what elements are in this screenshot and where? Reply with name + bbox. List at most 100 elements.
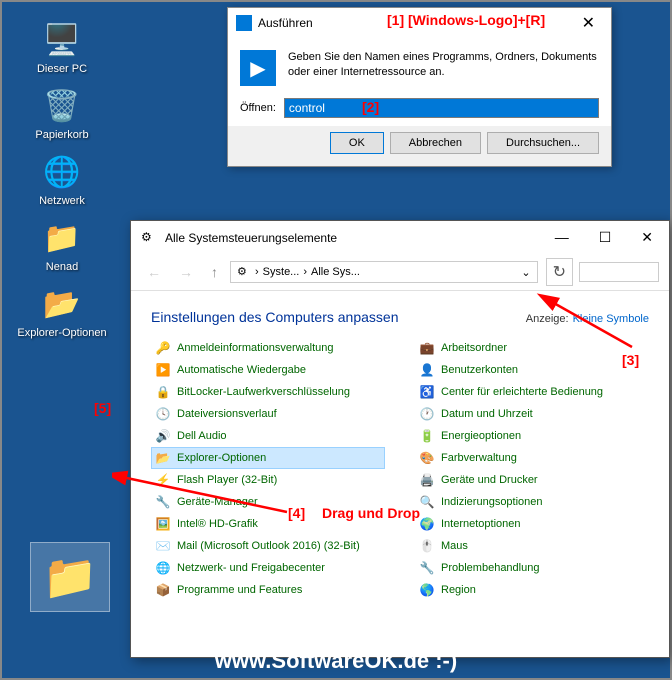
- cp-item[interactable]: 🔒 BitLocker-Laufwerkverschlüsselung: [151, 381, 385, 403]
- desktop-icon-papierkorb[interactable]: 🗑️ Papierkorb: [14, 83, 110, 144]
- desktop-icon-netzwerk[interactable]: 🌐 Netzwerk: [14, 149, 110, 210]
- cp-column-right: 💼 Arbeitsordner 👤Benutzerkonten ♿ Center für…: [415, 337, 649, 647]
- cp-item-icon: 💼: [419, 340, 435, 356]
- cp-nav: ← → ↑ ⚙ › Syste... › Alle Sys... ⌄ ↻: [131, 254, 669, 291]
- cp-item[interactable]: 🕐Datum und Uhrzeit: [415, 403, 649, 425]
- cp-item-icon: 🕓: [155, 406, 171, 422]
- breadcrumb-part[interactable]: Alle Sys...: [311, 266, 360, 278]
- desktop-icon-explorer-optionen[interactable]: 📂 Explorer-Optionen: [14, 281, 110, 342]
- refresh-button[interactable]: ↻: [546, 258, 573, 286]
- close-button[interactable]: ✕: [574, 13, 603, 33]
- cp-item[interactable]: 🔧 Problembehandlung: [415, 557, 649, 579]
- cp-item[interactable]: 🔍Indizierungsoptionen: [415, 491, 649, 513]
- folder-drag-icon: 📁: [43, 551, 98, 603]
- cp-item-label: Arbeitsordner: [441, 342, 507, 354]
- cp-item[interactable]: ♿ Center für erleichterte Bedienung: [415, 381, 649, 403]
- breadcrumb[interactable]: ⚙ › Syste... › Alle Sys... ⌄: [230, 261, 538, 283]
- run-input-row: Öffnen:: [228, 98, 611, 126]
- ok-button[interactable]: OK: [330, 132, 384, 154]
- cp-item-icon: 📦: [155, 582, 171, 598]
- forward-button[interactable]: →: [173, 262, 199, 282]
- cp-item-label: Dell Audio: [177, 430, 227, 442]
- cp-item-icon: 🔧: [419, 560, 435, 576]
- cp-item[interactable]: 🌐 Netzwerk- und Freigabecenter: [151, 557, 385, 579]
- breadcrumb-icon: ⚙: [237, 265, 251, 279]
- cp-item-label: Automatische Wiedergabe: [177, 364, 306, 376]
- desktop-icon-nenad[interactable]: 📁 Nenad: [14, 215, 110, 276]
- cp-item-label: BitLocker-Laufwerkverschlüsselung: [177, 386, 350, 398]
- breadcrumb-part[interactable]: Syste...: [263, 266, 300, 278]
- icon-label: Nenad: [46, 261, 78, 273]
- cp-item[interactable]: ▶️ Automatische Wiedergabe: [151, 359, 385, 381]
- cp-item[interactable]: 🖼️ Intel® HD-Grafik: [151, 513, 385, 535]
- trash-icon: 🗑️: [42, 86, 82, 126]
- explorer-options-icon: 📂: [42, 284, 82, 324]
- browse-button[interactable]: Durchsuchen...: [487, 132, 599, 154]
- search-input[interactable]: [579, 262, 659, 282]
- run-program-icon: ▶: [240, 50, 276, 86]
- icon-label: Dieser PC: [37, 63, 87, 75]
- view-link[interactable]: Kleine Symbole: [573, 313, 649, 325]
- cp-content: 🔑Anmeldeinformationsverwaltung ▶️ Automati…: [131, 337, 669, 647]
- cp-item-label: Flash Player (32-Bit): [177, 474, 277, 486]
- cp-item[interactable]: ✉️Mail (Microsoft Outlook 2016) (32-Bit): [151, 535, 385, 557]
- annotation-5: [5]: [94, 400, 111, 416]
- cp-item-icon: ✉️: [155, 538, 171, 554]
- cp-item-icon: ▶️: [155, 362, 171, 378]
- cp-item-icon: 🖼️: [155, 516, 171, 532]
- cp-item[interactable]: 🌎Region: [415, 579, 649, 601]
- cp-item-icon: 🌐: [155, 560, 171, 576]
- open-label: Öffnen:: [240, 102, 276, 114]
- cp-item[interactable]: ⚡Flash Player (32-Bit): [151, 469, 385, 491]
- cp-item-icon: 📂: [155, 450, 171, 466]
- cancel-button[interactable]: Abbrechen: [390, 132, 481, 154]
- cp-item-label: Benutzerkonten: [441, 364, 518, 376]
- cp-item[interactable]: 🎨Farbverwaltung: [415, 447, 649, 469]
- cp-item-icon: 🔒: [155, 384, 171, 400]
- cp-item-icon: 🎨: [419, 450, 435, 466]
- run-input[interactable]: [284, 98, 599, 118]
- icon-label: Netzwerk: [39, 195, 85, 207]
- cp-item-icon: 🖨️: [419, 472, 435, 488]
- cp-heading: Einstellungen des Computers anpassen: [151, 309, 399, 325]
- cp-item[interactable]: 📦 Programme und Features: [151, 579, 385, 601]
- cp-item-label: Center für erleichterte Bedienung: [441, 386, 603, 398]
- cp-item-label: Datum und Uhrzeit: [441, 408, 533, 420]
- cp-item-label: Internetoptionen: [441, 518, 521, 530]
- cp-item-label: Netzwerk- und Freigabecenter: [177, 562, 325, 574]
- chevron-down-icon[interactable]: ⌄: [521, 266, 530, 279]
- cp-item[interactable]: 🖨️Geräte und Drucker: [415, 469, 649, 491]
- maximize-button[interactable]: ☐: [593, 227, 618, 248]
- cp-item-icon: 🔋: [419, 428, 435, 444]
- icon-label: Papierkorb: [35, 129, 88, 141]
- cp-item[interactable]: 🕓Dateiversionsverlauf: [151, 403, 385, 425]
- run-body: ▶ Geben Sie den Namen eines Programms, O…: [228, 38, 611, 98]
- cp-item[interactable]: 🌍Internetoptionen: [415, 513, 649, 535]
- up-button[interactable]: ↑: [205, 262, 224, 282]
- network-icon: 🌐: [42, 152, 82, 192]
- minimize-button[interactable]: —: [549, 227, 575, 248]
- cp-item-icon: ♿: [419, 384, 435, 400]
- cp-column-left: 🔑Anmeldeinformationsverwaltung ▶️ Automati…: [151, 337, 385, 647]
- cp-item[interactable]: 🔊Dell Audio: [151, 425, 385, 447]
- cp-item-label: Problembehandlung: [441, 562, 539, 574]
- cp-item[interactable]: 🔋Energieoptionen: [415, 425, 649, 447]
- cp-item[interactable]: 🔧Geräte-Manager: [151, 491, 385, 513]
- run-window-icon: [236, 15, 252, 31]
- cp-item-label: Explorer-Optionen: [177, 452, 266, 464]
- cp-item[interactable]: 💼 Arbeitsordner: [415, 337, 649, 359]
- view-label: Anzeige:: [526, 313, 569, 325]
- cp-item-label: Programme und Features: [177, 584, 302, 596]
- folder-icon: 📁: [42, 218, 82, 258]
- drag-preview: 📁: [30, 542, 110, 612]
- back-button[interactable]: ←: [141, 262, 167, 282]
- cp-item-label: Intel® HD-Grafik: [177, 518, 258, 530]
- cp-titlebar: ⚙ Alle Systemsteuerungselemente — ☐ ✕: [131, 221, 669, 254]
- cp-item[interactable]: 📂 Explorer-Optionen: [151, 447, 385, 469]
- cp-item[interactable]: 👤Benutzerkonten: [415, 359, 649, 381]
- icon-label: Explorer-Optionen: [17, 327, 106, 339]
- cp-item[interactable]: 🖱️Maus: [415, 535, 649, 557]
- cp-item[interactable]: 🔑Anmeldeinformationsverwaltung: [151, 337, 385, 359]
- close-button[interactable]: ✕: [635, 227, 659, 248]
- desktop-icon-dieser-pc[interactable]: 🖥️ Dieser PC: [14, 17, 110, 78]
